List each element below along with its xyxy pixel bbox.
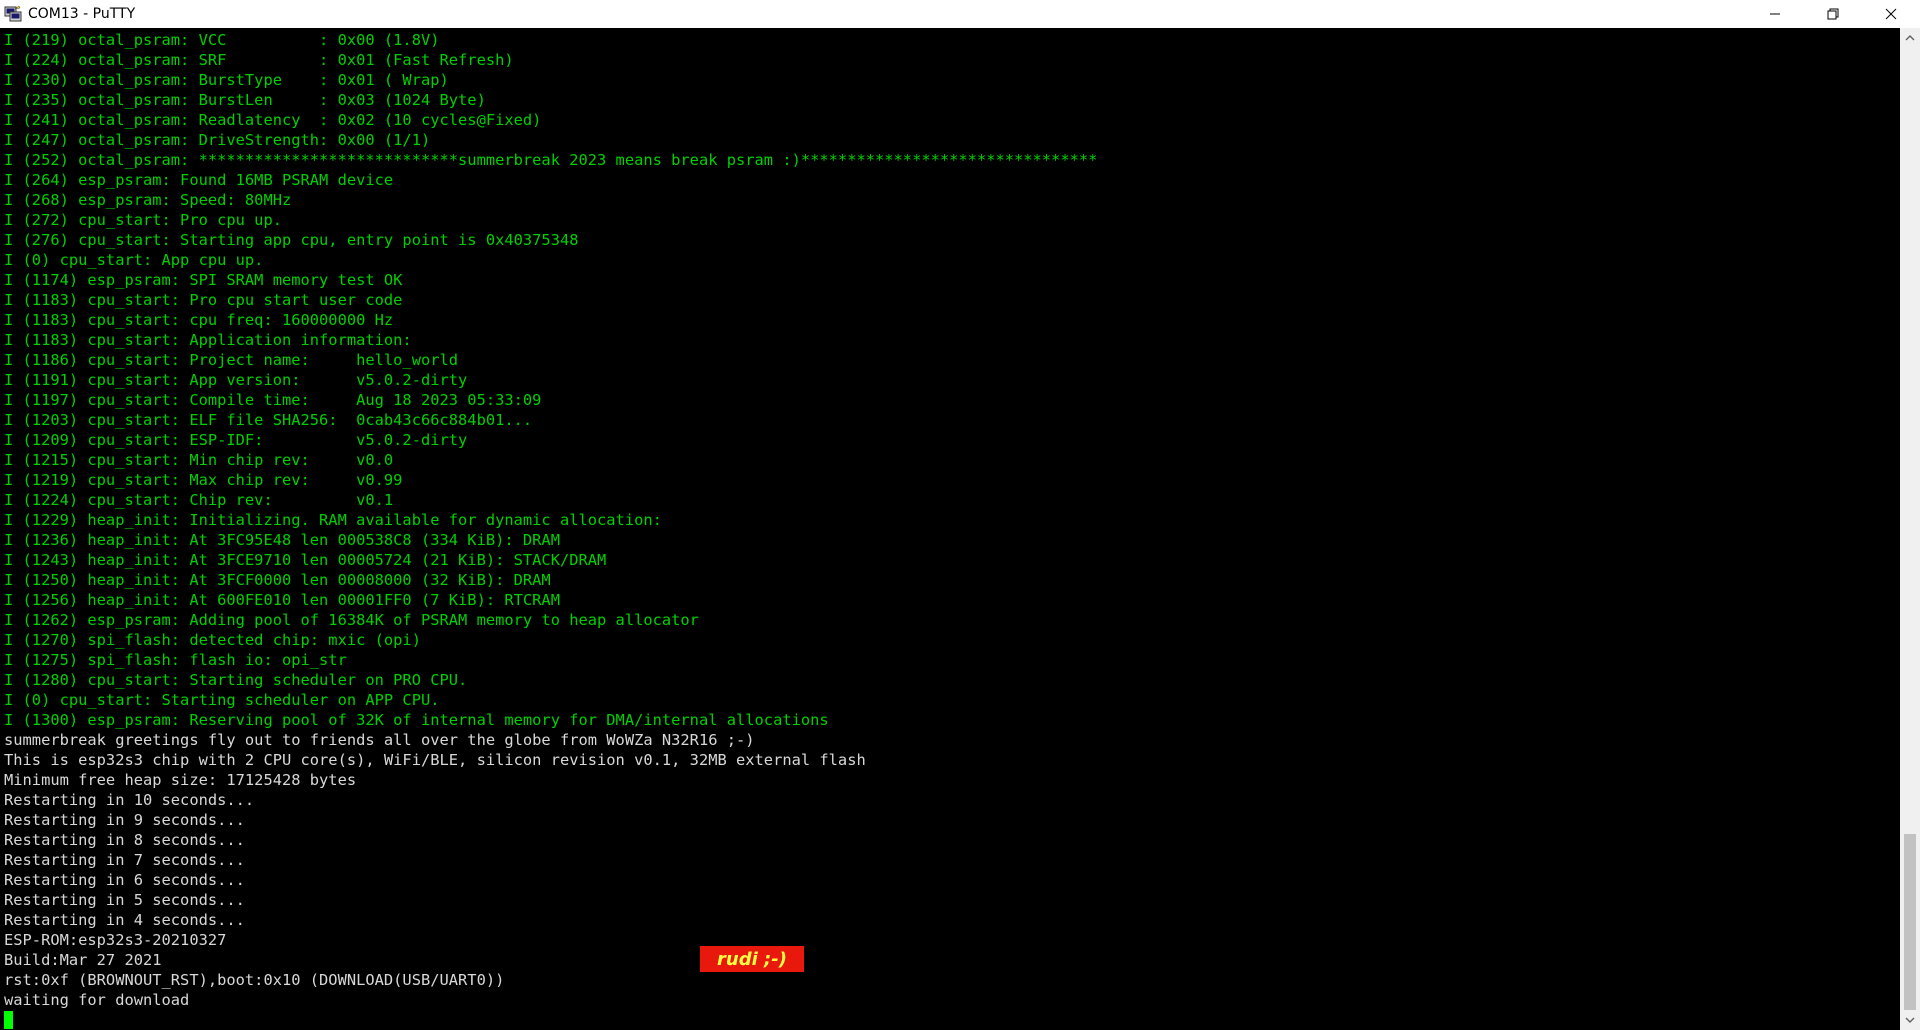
terminal-line: I (1191) cpu_start: App version: v5.0.2-… xyxy=(4,371,468,389)
terminal-line: I (1250) heap_init: At 3FCF0000 len 0000… xyxy=(4,571,551,589)
terminal-line: I (1186) cpu_start: Project name: hello_… xyxy=(4,351,459,369)
terminal-line: Restarting in 9 seconds... xyxy=(4,811,245,829)
terminal-line: I (1183) cpu_start: Application informat… xyxy=(4,331,412,349)
terminal-line: I (224) octal_psram: SRF : 0x01 (Fast Re… xyxy=(4,51,514,69)
terminal-line: I (235) octal_psram: BurstLen : 0x03 (10… xyxy=(4,91,486,109)
terminal-line: Restarting in 4 seconds... xyxy=(4,911,245,929)
close-icon xyxy=(1885,8,1897,20)
scroll-up-button[interactable] xyxy=(1900,28,1920,48)
terminal-line: I (1203) cpu_start: ELF file SHA256: 0ca… xyxy=(4,411,533,429)
terminal-line: I (247) octal_psram: DriveStrength: 0x00… xyxy=(4,131,431,149)
terminal-line: I (1174) esp_psram: SPI SRAM memory test… xyxy=(4,271,403,289)
terminal-line: summerbreak greetings fly out to friends… xyxy=(4,731,755,749)
terminal-line: Restarting in 5 seconds... xyxy=(4,891,245,909)
terminal-line: Restarting in 8 seconds... xyxy=(4,831,245,849)
title-bar[interactable]: COM13 - PuTTY xyxy=(0,0,1920,28)
watermark-badge: rudi ;-) xyxy=(700,946,804,972)
terminal-line: I (1183) cpu_start: cpu freq: 160000000 … xyxy=(4,311,394,329)
minimize-button[interactable] xyxy=(1746,0,1804,28)
terminal-line: I (1236) heap_init: At 3FC95E48 len 0005… xyxy=(4,531,560,549)
terminal-line: I (1197) cpu_start: Compile time: Aug 18… xyxy=(4,391,542,409)
vertical-scrollbar[interactable] xyxy=(1900,28,1920,1030)
cursor-line xyxy=(4,1010,1900,1030)
terminal-line: Restarting in 7 seconds... xyxy=(4,851,245,869)
scrollbar-thumb[interactable] xyxy=(1904,834,1916,1010)
terminal-line: I (1300) esp_psram: Reserving pool of 32… xyxy=(4,711,829,729)
terminal-line: I (272) cpu_start: Pro cpu up. xyxy=(4,211,282,229)
terminal-line: I (1243) heap_init: At 3FCE9710 len 0000… xyxy=(4,551,607,569)
terminal-output[interactable]: I (219) octal_psram: VCC : 0x00 (1.8V) I … xyxy=(0,30,1900,1030)
terminal-line: I (1224) cpu_start: Chip rev: v0.1 xyxy=(4,491,394,509)
restore-icon xyxy=(1827,8,1839,20)
terminal-line: Restarting in 10 seconds... xyxy=(4,791,255,809)
terminal-line: I (252) octal_psram: *******************… xyxy=(4,151,1098,169)
terminal-line: I (1270) spi_flash: detected chip: mxic … xyxy=(4,631,421,649)
terminal-line: I (268) esp_psram: Speed: 80MHz xyxy=(4,191,292,209)
terminal-line: I (1262) esp_psram: Adding pool of 16384… xyxy=(4,611,699,629)
terminal-line: I (276) cpu_start: Starting app cpu, ent… xyxy=(4,231,579,249)
terminal-line: I (1280) cpu_start: Starting scheduler o… xyxy=(4,671,468,689)
restore-button[interactable] xyxy=(1804,0,1862,28)
terminal-line: I (1256) heap_init: At 600FE010 len 0000… xyxy=(4,591,560,609)
terminal-line: I (1209) cpu_start: ESP-IDF: v5.0.2-dirt… xyxy=(4,431,468,449)
window-controls xyxy=(1746,0,1920,28)
terminal-line: rst:0xf (BROWNOUT_RST),boot:0x10 (DOWNLO… xyxy=(4,971,505,989)
terminal-line: This is esp32s3 chip with 2 CPU core(s),… xyxy=(4,751,866,769)
close-button[interactable] xyxy=(1862,0,1920,28)
terminal-line: I (1229) heap_init: Initializing. RAM av… xyxy=(4,511,662,529)
terminal-line: I (1183) cpu_start: Pro cpu start user c… xyxy=(4,291,403,309)
scroll-up-arrow-icon xyxy=(1905,35,1915,41)
window-title: COM13 - PuTTY xyxy=(28,6,136,22)
terminal-line: Minimum free heap size: 17125428 bytes xyxy=(4,771,357,789)
scroll-down-button[interactable] xyxy=(1900,1010,1920,1030)
terminal-line: ESP-ROM:esp32s3-20210327 xyxy=(4,931,227,949)
terminal-line: I (1219) cpu_start: Max chip rev: v0.99 xyxy=(4,471,403,489)
terminal-cursor xyxy=(4,1011,13,1029)
terminal-line: waiting for download xyxy=(4,991,190,1009)
terminal-line: I (1275) spi_flash: flash io: opi_str xyxy=(4,651,347,669)
terminal-line: I (219) octal_psram: VCC : 0x00 (1.8V) xyxy=(4,31,440,49)
terminal-line: I (241) octal_psram: Readlatency : 0x02 … xyxy=(4,111,542,129)
terminal-line: Restarting in 6 seconds... xyxy=(4,871,245,889)
putty-window: COM13 - PuTTY I (219) octal_psram: VCC:… xyxy=(0,0,1920,1030)
terminal-line: I (0) cpu_start: App cpu up. xyxy=(4,251,264,269)
terminal-line: I (264) esp_psram: Found 16MB PSRAM devi… xyxy=(4,171,394,189)
scroll-down-arrow-icon xyxy=(1905,1017,1915,1023)
terminal-line: I (0) cpu_start: Starting scheduler on A… xyxy=(4,691,440,709)
putty-icon[interactable] xyxy=(4,5,22,23)
terminal-line: I (1215) cpu_start: Min chip rev: v0.0 xyxy=(4,451,394,469)
terminal-line: Build:Mar 27 2021 xyxy=(4,951,162,969)
terminal-line: I (230) octal_psram: BurstType : 0x01 ( … xyxy=(4,71,449,89)
minimize-icon xyxy=(1770,13,1780,15)
